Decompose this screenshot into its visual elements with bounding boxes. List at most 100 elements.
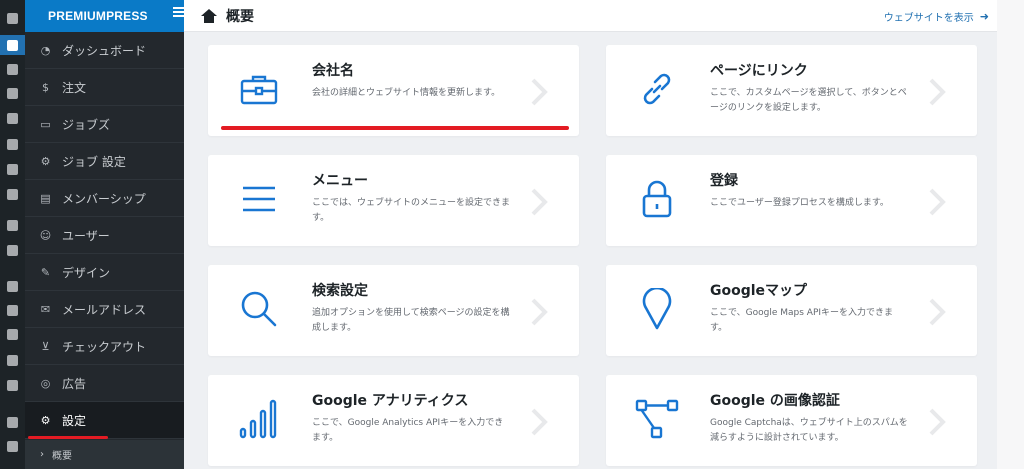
sidebar-item-email[interactable]: ✉ メールアドレス bbox=[25, 291, 184, 328]
hamburger-icon[interactable] bbox=[173, 7, 184, 18]
users-icon: ☺ bbox=[39, 228, 52, 242]
page-header: 概要 ウェブサイトを表示 ➜ bbox=[184, 0, 997, 32]
sidebar-item-membership[interactable]: ▤ メンバーシップ bbox=[25, 180, 184, 217]
dollar-icon: $ bbox=[42, 80, 49, 94]
briefcase-gear-icon: ⚙ bbox=[40, 154, 51, 168]
card-title: メニュー bbox=[312, 173, 368, 189]
brand-bar: PREMIUMPRESS bbox=[25, 0, 184, 32]
sidebar-item-label: ユーザー bbox=[62, 228, 110, 243]
card-description: ここで、カスタムページを選択して、ボタンとページのリンクを設定します。 bbox=[710, 88, 907, 113]
cart-icon: ⊻ bbox=[41, 339, 50, 353]
view-website-link[interactable]: ウェブサイトを表示 ➜ bbox=[884, 9, 989, 24]
sidebar-item-job-settings[interactable]: ⚙ ジョブ 設定 bbox=[25, 143, 184, 180]
lock-icon bbox=[631, 173, 683, 225]
view-website-label: ウェブサイトを表示 bbox=[883, 13, 974, 24]
chevron-right-icon bbox=[531, 188, 548, 216]
wp-list-icon[interactable] bbox=[0, 59, 25, 79]
wp-users-icon[interactable] bbox=[0, 324, 25, 344]
wp-folder-icon[interactable] bbox=[0, 240, 25, 260]
card-title: Googleマップ bbox=[710, 283, 808, 299]
wp-ie-icon[interactable] bbox=[0, 215, 25, 235]
sidebar-item-label: 設定 bbox=[62, 413, 87, 428]
arrow-right-icon: ➜ bbox=[979, 10, 989, 23]
card-title: Google アナリティクス bbox=[312, 393, 469, 409]
card-title: 登録 bbox=[710, 173, 738, 189]
sidebar-item-label: ジョブズ bbox=[62, 117, 111, 132]
sidebar-item-label: 注文 bbox=[62, 80, 87, 95]
wp-settings-icon[interactable] bbox=[0, 375, 25, 395]
card-description: ここで、Google Maps APIキーを入力できます。 bbox=[710, 308, 894, 333]
wp-premiumpress-icon[interactable] bbox=[0, 35, 25, 55]
card-description: ここで、Google Analytics APIキーを入力できます。 bbox=[312, 418, 504, 443]
card-menu[interactable]: メニュー ここでは、ウェブサイトのメニューを設定できます。 bbox=[208, 155, 579, 246]
sidebar-item-dashboard[interactable]: ◔ ダッシュボード bbox=[25, 32, 184, 69]
map-pin-icon bbox=[631, 283, 683, 335]
chevron-right-icon bbox=[531, 78, 548, 106]
sidebar-item-checkout[interactable]: ⊻ チェックアウト bbox=[25, 328, 184, 365]
wp-pages-icon[interactable] bbox=[0, 159, 25, 179]
chevron-right-icon bbox=[929, 78, 946, 106]
flow-icon bbox=[631, 393, 683, 445]
card-title: 検索設定 bbox=[312, 283, 368, 299]
card-title: Google の画像認証 bbox=[710, 393, 840, 409]
wp-brush-icon[interactable] bbox=[0, 276, 25, 296]
wp-dashboard-icon[interactable] bbox=[0, 8, 25, 28]
sidebar-item-ads[interactable]: ◎ 広告 bbox=[25, 365, 184, 402]
sidebar-item-label: メンバーシップ bbox=[62, 191, 146, 206]
sidebar-subitem-overview[interactable]: › 概要 bbox=[25, 440, 184, 469]
card-title: 会社名 bbox=[312, 63, 354, 79]
sidebar-item-label: ダッシュボード bbox=[62, 43, 147, 58]
brush-icon: ✎ bbox=[40, 265, 51, 279]
gear-icon: ⚙ bbox=[40, 413, 51, 427]
sidebar-item-jobs[interactable]: ▭ ジョブズ bbox=[25, 106, 184, 143]
chevron-right-icon bbox=[531, 298, 548, 326]
card-google-maps[interactable]: Googleマップ ここで、Google Maps APIキーを入力できます。 bbox=[606, 265, 977, 356]
target-icon: ◎ bbox=[40, 376, 51, 390]
sidebar-subitem-label: 概要 bbox=[52, 451, 72, 462]
card-description: ここでは、ウェブサイトのメニューを設定できます。 bbox=[312, 198, 511, 223]
chevron-right-icon: › bbox=[40, 449, 44, 460]
card-description: 追加オプションを使用して検索ページの設定を構成します。 bbox=[312, 308, 510, 333]
card-google-captcha[interactable]: Google の画像認証 Google Captchaは、ウェブサイト上のスパム… bbox=[606, 375, 977, 466]
membership-icon: ▤ bbox=[40, 191, 51, 205]
company-red-underline bbox=[221, 126, 569, 130]
sidebar-item-label: デザイン bbox=[62, 265, 111, 280]
wp-admin-bar bbox=[0, 0, 25, 469]
chevron-right-icon bbox=[929, 408, 946, 436]
card-title: ページにリンク bbox=[710, 63, 808, 79]
card-description: ここでユーザー登録プロセスを構成します。 bbox=[710, 198, 889, 208]
wp-collapse-icon[interactable] bbox=[0, 412, 25, 432]
card-search-settings[interactable]: 検索設定 追加オプションを使用して検索ページの設定を構成します。 bbox=[208, 265, 579, 356]
home-icon bbox=[201, 8, 217, 23]
wp-pin-icon[interactable] bbox=[0, 83, 25, 103]
wp-plugins-icon[interactable] bbox=[0, 300, 25, 320]
briefcase-icon bbox=[233, 63, 285, 115]
sidebar-item-settings[interactable]: ⚙ 設定 bbox=[25, 402, 184, 439]
card-page-links[interactable]: ページにリンク ここで、カスタムページを選択して、ボタンとページのリンクを設定し… bbox=[606, 45, 977, 136]
sidebar-item-label: ジョブ 設定 bbox=[62, 154, 126, 169]
page-title: 概要 bbox=[226, 8, 254, 25]
wp-tools-icon[interactable] bbox=[0, 350, 25, 370]
sidebar-item-orders[interactable]: $ 注文 bbox=[25, 69, 184, 106]
sidebar-item-users[interactable]: ☺ ユーザー bbox=[25, 217, 184, 254]
wp-media-icon[interactable] bbox=[0, 134, 25, 154]
brand-logo[interactable]: PREMIUMPRESS bbox=[48, 9, 148, 23]
card-company[interactable]: 会社名 会社の詳細とウェブサイト情報を更新します。 bbox=[208, 45, 579, 136]
link-icon bbox=[631, 63, 683, 115]
sidebar-item-design[interactable]: ✎ デザイン bbox=[25, 254, 184, 291]
chevron-right-icon bbox=[929, 298, 946, 326]
menu-lines-icon bbox=[233, 173, 285, 225]
wp-translate-icon[interactable] bbox=[0, 436, 25, 456]
sidebar-item-label: メールアドレス bbox=[62, 302, 147, 317]
card-description: Google Captchaは、ウェブサイト上のスパムを減らすように設計されてい… bbox=[710, 418, 908, 443]
settings-red-underline bbox=[28, 436, 108, 439]
briefcase-icon: ▭ bbox=[40, 117, 51, 131]
gauge-icon: ◔ bbox=[40, 43, 51, 57]
chevron-right-icon bbox=[929, 188, 946, 216]
card-registration[interactable]: 登録 ここでユーザー登録プロセスを構成します。 bbox=[606, 155, 977, 246]
card-google-analytics[interactable]: Google アナリティクス ここで、Google Analytics APIキ… bbox=[208, 375, 579, 466]
sidebar: PREMIUMPRESS ◔ ダッシュボード $ 注文 ▭ ジョブズ ⚙ ジョブ… bbox=[25, 0, 184, 469]
wp-grid-icon[interactable] bbox=[0, 108, 25, 128]
wp-comments-icon[interactable] bbox=[0, 184, 25, 204]
signal-bars-icon bbox=[233, 393, 285, 445]
